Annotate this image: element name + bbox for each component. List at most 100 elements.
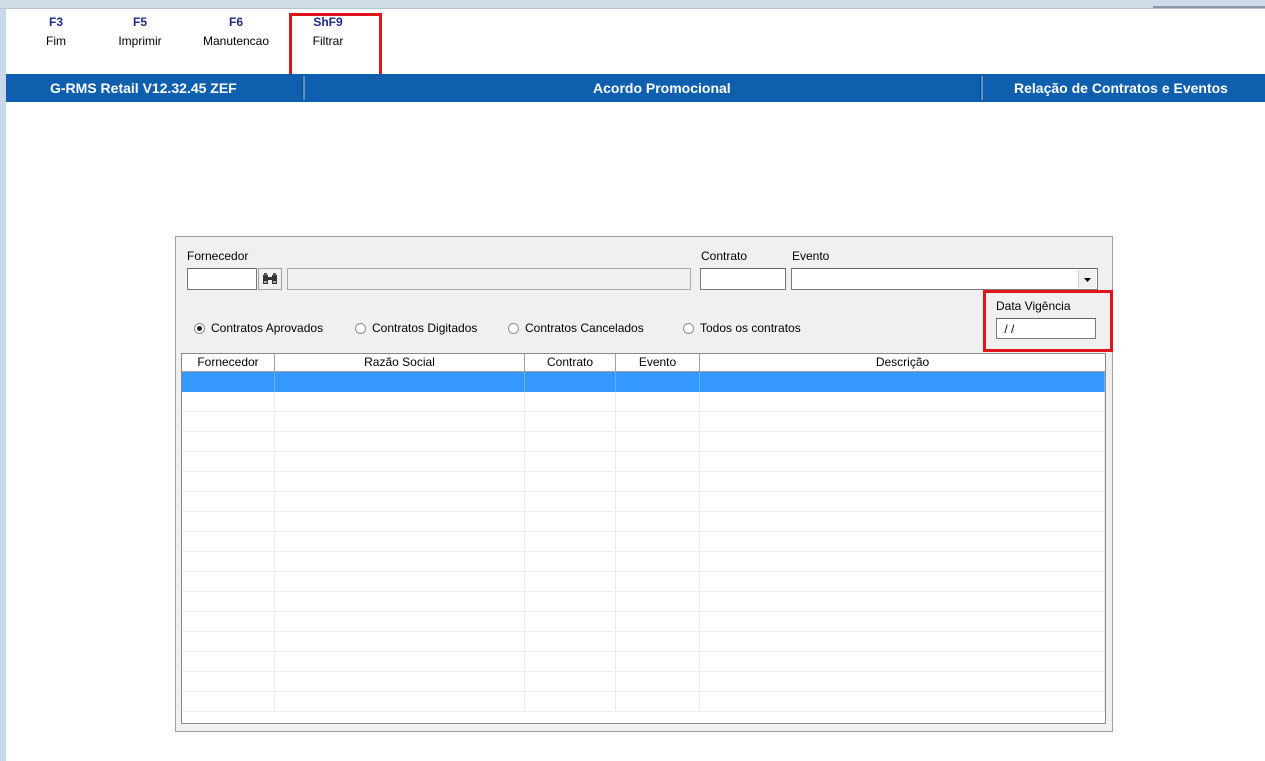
table-cell: [182, 452, 275, 472]
contracts-grid[interactable]: Fornecedor Razão Social Contrato Evento …: [181, 353, 1106, 724]
table-cell: [275, 512, 525, 532]
table-cell: [182, 392, 275, 412]
data-vigencia-input[interactable]: [996, 318, 1096, 339]
filter-panel: Fornecedor Contrato Evento Data Vigência…: [175, 236, 1113, 732]
data-vigencia-label: Data Vigência: [996, 299, 1071, 313]
radio-contratos-cancelados[interactable]: Contratos Cancelados: [508, 321, 644, 335]
table-row[interactable]: [182, 672, 1105, 692]
table-cell: [275, 492, 525, 512]
toolbar-key: F3: [48, 15, 63, 29]
table-cell: [182, 372, 275, 392]
table-cell: [700, 532, 1105, 552]
search-fornecedor-button[interactable]: [258, 268, 282, 290]
table-cell: [525, 532, 616, 552]
table-cell: [275, 372, 525, 392]
table-row[interactable]: [182, 632, 1105, 652]
radio-label: Todos os contratos: [700, 321, 801, 335]
table-cell: [700, 472, 1105, 492]
app-version: G-RMS Retail V12.32.45 ZEF: [50, 80, 237, 96]
table-cell: [525, 492, 616, 512]
table-cell: [700, 592, 1105, 612]
evento-label: Evento: [792, 249, 830, 263]
table-row[interactable]: [182, 412, 1105, 432]
table-cell: [525, 612, 616, 632]
table-cell: [275, 452, 525, 472]
table-cell: [525, 672, 616, 692]
radio-label: Contratos Digitados: [372, 321, 478, 335]
toolbar-button-imprimir[interactable]: F5 Imprimir: [108, 12, 172, 52]
radio-indicator: [683, 323, 694, 334]
toolbar-label: Fim: [46, 34, 66, 48]
column-header-fornecedor[interactable]: Fornecedor: [182, 354, 275, 372]
table-row[interactable]: [182, 692, 1105, 712]
window-controls-area: [1153, 0, 1265, 8]
column-header-evento[interactable]: Evento: [616, 354, 700, 372]
table-cell: [700, 652, 1105, 672]
table-row[interactable]: [182, 532, 1105, 552]
table-row[interactable]: [182, 492, 1105, 512]
table-cell: [700, 392, 1105, 412]
table-row[interactable]: [182, 612, 1105, 632]
table-cell: [182, 492, 275, 512]
table-cell: [275, 572, 525, 592]
table-row[interactable]: [182, 372, 1105, 392]
radio-todos-contratos[interactable]: Todos os contratos: [683, 321, 801, 335]
table-cell: [275, 552, 525, 572]
table-cell: [700, 572, 1105, 592]
table-cell: [616, 452, 700, 472]
table-cell: [275, 652, 525, 672]
toolbar-button-fim[interactable]: F3 Fim: [34, 12, 78, 52]
table-cell: [275, 692, 525, 712]
header-bar: G-RMS Retail V12.32.45 ZEF Acordo Promoc…: [6, 74, 1265, 102]
column-header-razao-social[interactable]: Razão Social: [275, 354, 525, 372]
toolbar-label: Filtrar: [312, 34, 344, 48]
table-row[interactable]: [182, 392, 1105, 412]
fornecedor-name-field: [287, 268, 691, 290]
table-cell: [182, 412, 275, 432]
table-cell: [182, 612, 275, 632]
table-cell: [182, 572, 275, 592]
table-cell: [182, 472, 275, 492]
table-cell: [616, 692, 700, 712]
table-cell: [275, 532, 525, 552]
table-cell: [700, 632, 1105, 652]
contrato-label: Contrato: [701, 249, 748, 263]
table-cell: [616, 512, 700, 532]
toolbar-button-manutencao[interactable]: F6 Manutencao: [192, 12, 280, 52]
table-cell: [525, 392, 616, 412]
table-cell: [525, 372, 616, 392]
column-header-contrato[interactable]: Contrato: [525, 354, 616, 372]
radio-contratos-aprovados[interactable]: Contratos Aprovados: [194, 321, 323, 335]
column-header-descricao[interactable]: Descrição: [700, 354, 1105, 372]
header-separator: [302, 76, 305, 100]
toolbar-key: F6: [228, 15, 243, 29]
table-row[interactable]: [182, 432, 1105, 452]
radio-indicator: [355, 323, 366, 334]
table-cell: [700, 492, 1105, 512]
evento-dropdown-button[interactable]: [1078, 270, 1096, 288]
contrato-input[interactable]: [700, 268, 786, 290]
toolbar-key: ShF9: [313, 15, 343, 29]
table-row[interactable]: [182, 572, 1105, 592]
toolbar-button-filtrar[interactable]: ShF9 Filtrar: [300, 12, 356, 52]
table-row[interactable]: [182, 472, 1105, 492]
table-cell: [525, 412, 616, 432]
table-cell: [700, 372, 1105, 392]
table-cell: [700, 452, 1105, 472]
table-cell: [700, 692, 1105, 712]
table-cell: [616, 552, 700, 572]
table-row[interactable]: [182, 452, 1105, 472]
table-cell: [182, 692, 275, 712]
table-cell: [182, 592, 275, 612]
table-cell: [616, 532, 700, 552]
table-cell: [700, 552, 1105, 572]
table-row[interactable]: [182, 552, 1105, 572]
evento-select[interactable]: [791, 268, 1098, 290]
fornecedor-code-input[interactable]: [187, 268, 257, 290]
screen-title: Relação de Contratos e Eventos: [1014, 80, 1228, 96]
table-row[interactable]: [182, 512, 1105, 532]
table-cell: [700, 432, 1105, 452]
table-row[interactable]: [182, 592, 1105, 612]
radio-contratos-digitados[interactable]: Contratos Digitados: [355, 321, 477, 335]
table-row[interactable]: [182, 652, 1105, 672]
